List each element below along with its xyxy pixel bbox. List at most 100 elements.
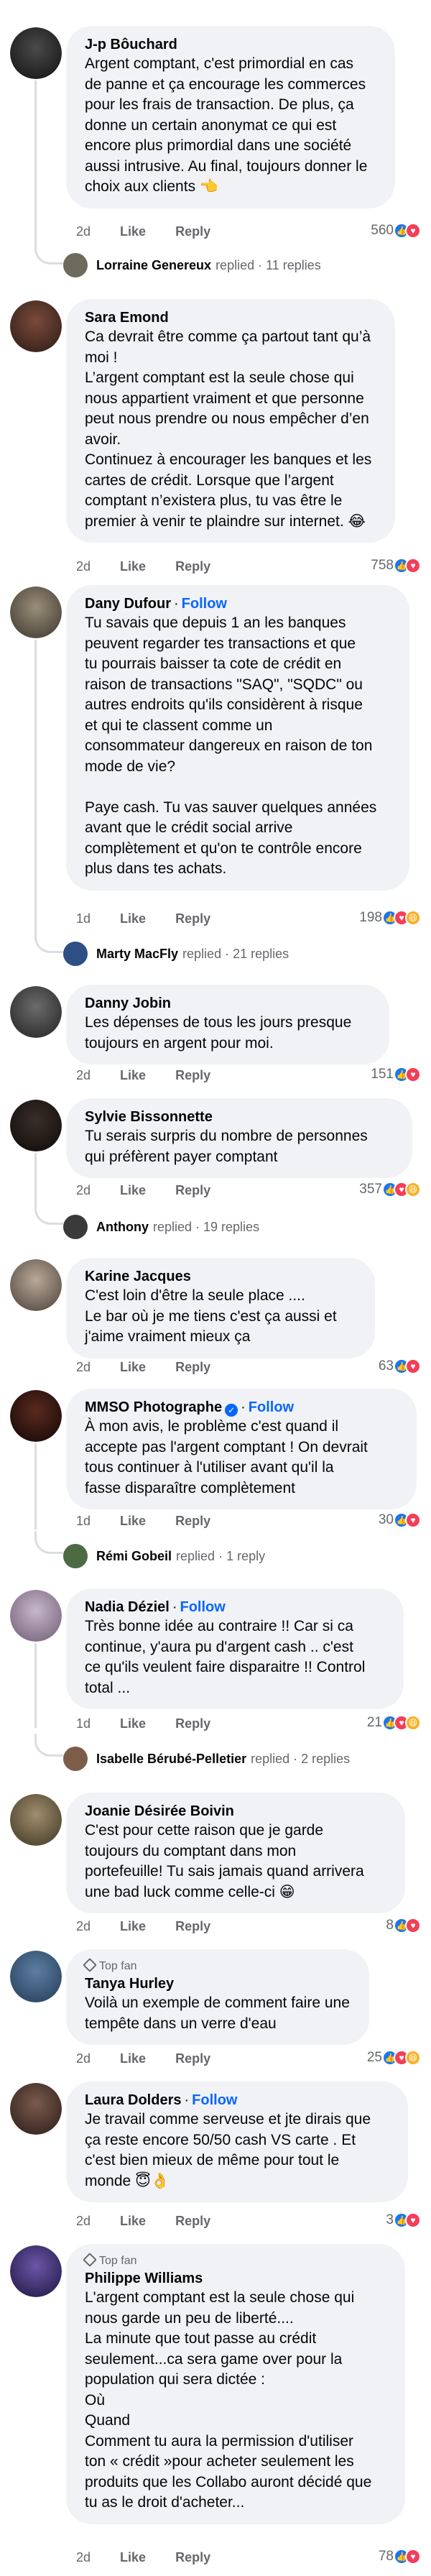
avatar[interactable] <box>10 1259 62 1311</box>
comment-actions: 1d Like Reply <box>76 1514 236 1529</box>
reaction-summary[interactable]: 560 👍 ♥ <box>371 223 421 239</box>
reaction-summary[interactable]: 198 👍 ♥ 😆 <box>359 910 421 926</box>
comment-author[interactable]: MMSO Photographe ✓ · Follow <box>85 1398 398 1417</box>
comment-time[interactable]: 2d <box>76 1068 91 1082</box>
like-button[interactable]: Like <box>120 224 146 239</box>
comment-time[interactable]: 2d <box>76 1183 91 1197</box>
avatar[interactable] <box>10 2245 62 2297</box>
reply-button[interactable]: Reply <box>175 2214 210 2228</box>
comment-author[interactable]: Nadia Déziel · Follow <box>85 1598 385 1616</box>
reply-button[interactable]: Reply <box>175 1716 210 1731</box>
reply-button[interactable]: Reply <box>175 1183 210 1197</box>
comment-actions: 2d Like Reply <box>76 2550 236 2565</box>
like-button[interactable]: Like <box>120 2550 146 2564</box>
comment-time[interactable]: 1d <box>76 1514 91 1528</box>
view-replies[interactable]: Marty MacFly replied · 21 replies <box>63 942 289 966</box>
comment-author[interactable]: Philippe Williams <box>85 2269 386 2288</box>
like-button[interactable]: Like <box>120 1514 146 1528</box>
comment-text: Je travail comme serveuse et jte dirais … <box>85 2111 371 2189</box>
reaction-summary[interactable]: 78 👍 ♥ <box>379 2549 421 2564</box>
avatar[interactable] <box>10 586 62 638</box>
reply-button[interactable]: Reply <box>175 559 210 574</box>
like-button[interactable]: Like <box>120 1360 146 1374</box>
comment-author[interactable]: Tanya Hurley <box>85 1974 351 1993</box>
reaction-summary[interactable]: 63 👍 ♥ <box>379 1358 421 1374</box>
reaction-count: 8 <box>386 1918 394 1933</box>
comment-author[interactable]: Sylvie Bissonnette <box>85 1108 394 1126</box>
avatar[interactable] <box>10 27 62 79</box>
follow-button[interactable]: Follow <box>180 1599 226 1615</box>
comment-author[interactable]: Danny Jobin <box>85 994 371 1013</box>
reply-button[interactable]: Reply <box>175 1360 210 1374</box>
comment-time[interactable]: 2d <box>76 224 91 239</box>
like-button[interactable]: Like <box>120 2214 146 2228</box>
comment-time[interactable]: 2d <box>76 1360 91 1374</box>
view-replies[interactable]: Rémi Gobeil replied · 1 reply <box>63 1544 265 1568</box>
top-fan-badge: Top fan <box>83 2253 386 2269</box>
avatar[interactable] <box>10 986 62 1038</box>
reaction-summary[interactable]: 3 👍 ♥ <box>386 2212 421 2228</box>
comment-author[interactable]: Sara Emond <box>85 308 376 327</box>
comment-author[interactable]: Laura Dolders · Follow <box>85 2091 389 2110</box>
avatar[interactable] <box>10 1590 62 1642</box>
reaction-summary[interactable]: 758 👍 ♥ <box>371 558 421 574</box>
reply-button[interactable]: Reply <box>175 2550 210 2564</box>
comment-time[interactable]: 2d <box>76 2051 91 2066</box>
reaction-count: 25 <box>366 2050 382 2065</box>
like-button[interactable]: Like <box>120 1183 146 1197</box>
reply-button[interactable]: Reply <box>175 1068 210 1082</box>
comment-time[interactable]: 2d <box>76 1919 91 1933</box>
reply-avatar <box>63 1215 88 1239</box>
reply-button[interactable]: Reply <box>175 1919 210 1933</box>
comment-actions: 2d Like Reply <box>76 224 236 239</box>
avatar[interactable] <box>10 1100 62 1151</box>
reaction-summary[interactable]: 25 👍 ♥ 😆 <box>367 2050 421 2066</box>
like-button[interactable]: Like <box>120 911 146 926</box>
like-button[interactable]: Like <box>120 2051 146 2066</box>
reaction-summary[interactable]: 30 👍 ♥ <box>379 1512 421 1528</box>
reply-button[interactable]: Reply <box>175 911 210 926</box>
avatar[interactable] <box>10 2083 62 2135</box>
reply-meta: replied · 11 replies <box>216 257 321 272</box>
love-reaction-icon: ♥ <box>405 1918 421 1933</box>
reaction-summary[interactable]: 21 👍 ♥ 😆 <box>367 1715 421 1731</box>
reply-meta: replied · 19 replies <box>152 1219 260 1234</box>
view-replies[interactable]: Isabelle Bérubé-Pelletier replied · 2 re… <box>63 1747 350 1771</box>
follow-button[interactable]: Follow <box>182 596 227 612</box>
view-replies[interactable]: Lorraine Genereux replied · 11 replies <box>63 253 321 277</box>
view-replies[interactable]: Anthony replied · 19 replies <box>63 1215 259 1239</box>
comment-time[interactable]: 2d <box>76 559 91 574</box>
follow-button[interactable]: Follow <box>192 2092 237 2108</box>
comment-time[interactable]: 1d <box>76 1716 91 1731</box>
avatar[interactable] <box>10 300 62 352</box>
comment-author[interactable]: J-p Bôuchard <box>85 35 376 54</box>
reply-button[interactable]: Reply <box>175 224 210 239</box>
thread-line <box>34 1153 37 1205</box>
reply-button[interactable]: Reply <box>175 1514 210 1528</box>
reaction-summary[interactable]: 357 👍 ♥ 😆 <box>359 1182 421 1197</box>
reply-button[interactable]: Reply <box>175 2051 210 2066</box>
like-button[interactable]: Like <box>120 559 146 574</box>
comment-time[interactable]: 2d <box>76 2550 91 2564</box>
comment-time[interactable]: 2d <box>76 2214 91 2228</box>
top-fan-badge: Top fan <box>83 1958 351 1974</box>
comment-author[interactable]: Joanie Désirée Boivin <box>85 1802 386 1821</box>
like-button[interactable]: Like <box>120 1919 146 1933</box>
reaction-count: 560 <box>371 223 394 238</box>
follow-button[interactable]: Follow <box>249 1399 294 1415</box>
comment-author[interactable]: Karine Jacques <box>85 1267 356 1286</box>
reply-avatar <box>63 1544 88 1568</box>
like-button[interactable]: Like <box>120 1716 146 1731</box>
reply-avatar <box>63 942 88 966</box>
comment-actions: 1d Like Reply <box>76 911 236 926</box>
thread-line <box>34 1443 37 1530</box>
comment-time[interactable]: 1d <box>76 911 91 926</box>
reaction-summary[interactable]: 151 👍 ♥ <box>371 1067 421 1082</box>
reaction-summary[interactable]: 8 👍 ♥ <box>386 1918 421 1933</box>
avatar[interactable] <box>10 1390 62 1442</box>
comment-text: Tu serais surpris du nombre de personnes… <box>85 1128 368 1165</box>
avatar[interactable] <box>10 1951 62 2002</box>
avatar[interactable] <box>10 1794 62 1846</box>
like-button[interactable]: Like <box>120 1068 146 1082</box>
comment-author[interactable]: Dany Dufour · Follow <box>85 594 391 613</box>
